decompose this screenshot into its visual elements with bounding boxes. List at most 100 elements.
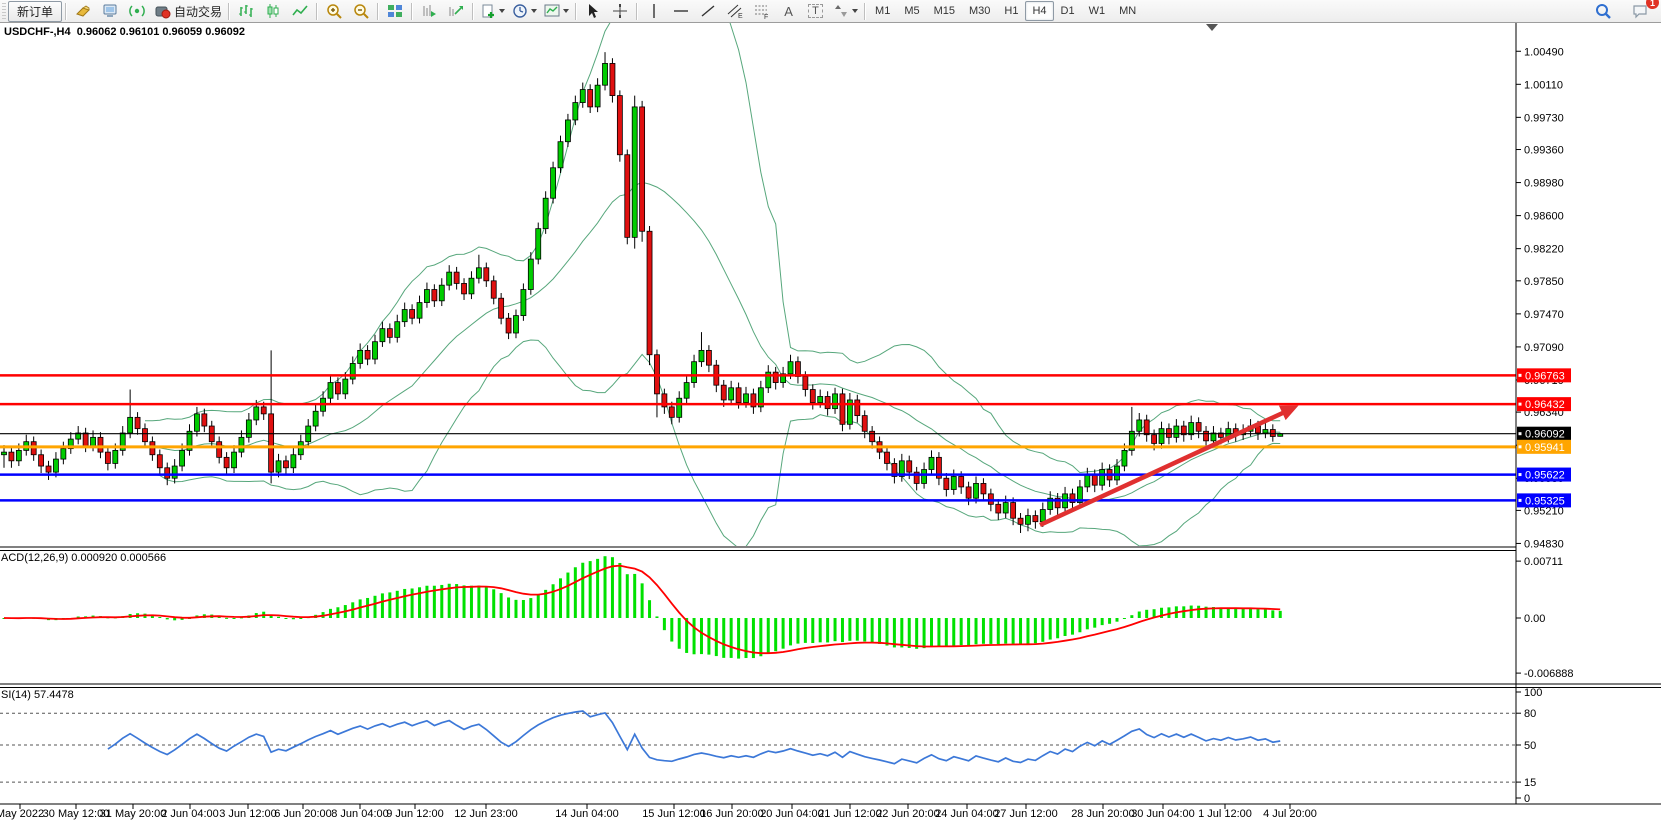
line-chart-icon[interactable] [286, 0, 313, 22]
auto-scroll-icon[interactable] [415, 0, 442, 22]
channel-tool-letter: E [738, 13, 743, 20]
candlestick-series [2, 52, 1283, 533]
svg-text:9 Jun 12:00: 9 Jun 12:00 [386, 808, 444, 820]
svg-text:15 Jun 12:00: 15 Jun 12:00 [642, 808, 706, 820]
chart-title: USDCHF-,H4 0.96062 0.96101 0.96059 0.960… [4, 26, 245, 38]
chart-shift-marker [1206, 24, 1218, 31]
svg-text:0.97090: 0.97090 [1524, 342, 1564, 354]
computer-icon[interactable] [96, 0, 123, 22]
timeframe-D1[interactable]: D1 [1054, 1, 1082, 21]
svg-text:28 Jun 20:00: 28 Jun 20:00 [1071, 808, 1135, 820]
price-line-label: 0.96763 [1517, 368, 1571, 382]
price-axis[interactable]: 1.004901.001100.997300.993600.989800.986… [1516, 46, 1571, 550]
zoom-out-icon[interactable] [347, 0, 374, 22]
fibo-tool-letter: F [764, 14, 768, 20]
svg-text:22 Jun 20:00: 22 Jun 20:00 [876, 808, 940, 820]
svg-text:0.99730: 0.99730 [1524, 112, 1564, 124]
timeframe-H4[interactable]: H4 [1025, 1, 1053, 21]
svg-text:0.98600: 0.98600 [1524, 211, 1564, 223]
bar-chart-icon[interactable] [232, 0, 259, 22]
shapes-tool-icon[interactable] [829, 0, 861, 22]
dropdown-arrow-icon [531, 9, 537, 13]
price-line-label: 0.96092 [1517, 427, 1571, 441]
vertical-line-tool-icon[interactable] [640, 0, 667, 22]
toolbar-separator [472, 3, 473, 20]
autotrading-button[interactable]: 自动交易 [150, 0, 225, 22]
svg-text:80: 80 [1524, 708, 1536, 720]
crosshair-icon[interactable] [606, 0, 633, 22]
timeframe-M5[interactable]: M5 [897, 1, 926, 21]
chart-shift-icon[interactable] [442, 0, 469, 22]
zoom-in-icon[interactable] [320, 0, 347, 22]
svg-text:-0.006888: -0.006888 [1524, 668, 1574, 680]
svg-text:24 Jun 04:00: 24 Jun 04:00 [935, 808, 999, 820]
svg-text:0.95941: 0.95941 [1525, 442, 1565, 454]
signal-icon[interactable] [123, 0, 150, 22]
timeframe-group: M1M5M15M30H1H4D1W1MN [868, 1, 1143, 21]
candlestick-chart-icon[interactable] [259, 0, 286, 22]
svg-text:21 Jun 12:00: 21 Jun 12:00 [818, 808, 882, 820]
chart-template-icon[interactable] [540, 0, 572, 22]
svg-text:0.98220: 0.98220 [1524, 244, 1564, 256]
price-chart-panel [2, 0, 1283, 548]
timeframe-W1[interactable]: W1 [1082, 1, 1113, 21]
chat-icon[interactable]: 1 [1626, 0, 1653, 22]
tile-windows-icon[interactable] [381, 0, 408, 22]
rsi-indicator-label: SI(14) 57.4478 [1, 689, 74, 701]
clock-icon[interactable] [508, 0, 540, 22]
horizontal-line-tool-icon[interactable] [667, 0, 694, 22]
chart-ohlc-values: 0.96062 0.96101 0.96059 0.96092 [77, 26, 245, 38]
svg-text:May 2022: May 2022 [0, 808, 44, 820]
toolbar-separator [316, 3, 317, 20]
timeframe-M30[interactable]: M30 [962, 1, 997, 21]
label-tool-icon[interactable]: T [802, 0, 829, 22]
svg-text:6 Jun 20:00: 6 Jun 20:00 [274, 808, 332, 820]
price-line-label: 0.96432 [1517, 397, 1571, 411]
timeframe-M1[interactable]: M1 [868, 1, 897, 21]
time-axis[interactable]: May 202230 May 12:0031 May 20:002 Jun 04… [0, 804, 1317, 820]
svg-text:8 Jun 04:00: 8 Jun 04:00 [331, 808, 389, 820]
svg-text:0.99360: 0.99360 [1524, 145, 1564, 157]
macd-indicator-label: ACD(12,26,9) 0.000920 0.000566 [1, 552, 166, 564]
svg-text:14 Jun 04:00: 14 Jun 04:00 [555, 808, 619, 820]
svg-text:3 Jun 12:00: 3 Jun 12:00 [219, 808, 277, 820]
new-order-button[interactable]: 新订单 [8, 1, 62, 22]
svg-text:0.94830: 0.94830 [1524, 538, 1564, 550]
chart-canvas[interactable]: 1.004901.001100.997300.993600.989800.986… [0, 0, 1661, 821]
autotrading-label: 自动交易 [174, 3, 222, 20]
fibonacci-tool-icon[interactable]: F [748, 0, 775, 22]
svg-text:30 Jun 04:00: 30 Jun 04:00 [1131, 808, 1195, 820]
timeframe-H1[interactable]: H1 [997, 1, 1025, 21]
text-tool-letter: A [784, 4, 793, 19]
new-chart-icon[interactable] [476, 0, 508, 22]
new-order-label: 新订单 [17, 3, 53, 20]
price-line-label: 0.95325 [1517, 493, 1571, 507]
svg-text:0.98980: 0.98980 [1524, 178, 1564, 190]
cursor-icon[interactable] [579, 0, 606, 22]
price-line-label: 0.95941 [1517, 440, 1571, 454]
notification-badge[interactable]: 1 [1646, 0, 1659, 9]
timeframe-MN[interactable]: MN [1112, 1, 1143, 21]
svg-text:1 Jul 12:00: 1 Jul 12:00 [1198, 808, 1252, 820]
timeframe-M15[interactable]: M15 [927, 1, 962, 21]
search-icon[interactable] [1589, 0, 1616, 22]
equidistant-channel-tool-icon[interactable]: E [721, 0, 748, 22]
toolbar-separator [228, 3, 229, 20]
trendline-tool-icon[interactable] [694, 0, 721, 22]
svg-text:2 Jun 04:00: 2 Jun 04:00 [161, 808, 219, 820]
svg-text:15: 15 [1524, 777, 1536, 789]
toolbar-separator [411, 3, 412, 20]
svg-text:20 Jun 04:00: 20 Jun 04:00 [760, 808, 824, 820]
svg-text:0: 0 [1524, 793, 1530, 805]
svg-text:0.00: 0.00 [1524, 613, 1545, 625]
svg-text:0.95325: 0.95325 [1525, 495, 1565, 507]
stamp-icon[interactable] [69, 0, 96, 22]
toolbar-grip[interactable] [2, 3, 6, 19]
text-tool-icon[interactable]: A [775, 0, 802, 22]
toolbar-separator [864, 3, 865, 20]
svg-text:4 Jul 20:00: 4 Jul 20:00 [1263, 808, 1317, 820]
toolbar-separator [636, 3, 637, 20]
price-line-label: 0.95622 [1517, 468, 1571, 482]
svg-text:100: 100 [1524, 687, 1542, 699]
svg-text:0.96092: 0.96092 [1525, 429, 1565, 441]
